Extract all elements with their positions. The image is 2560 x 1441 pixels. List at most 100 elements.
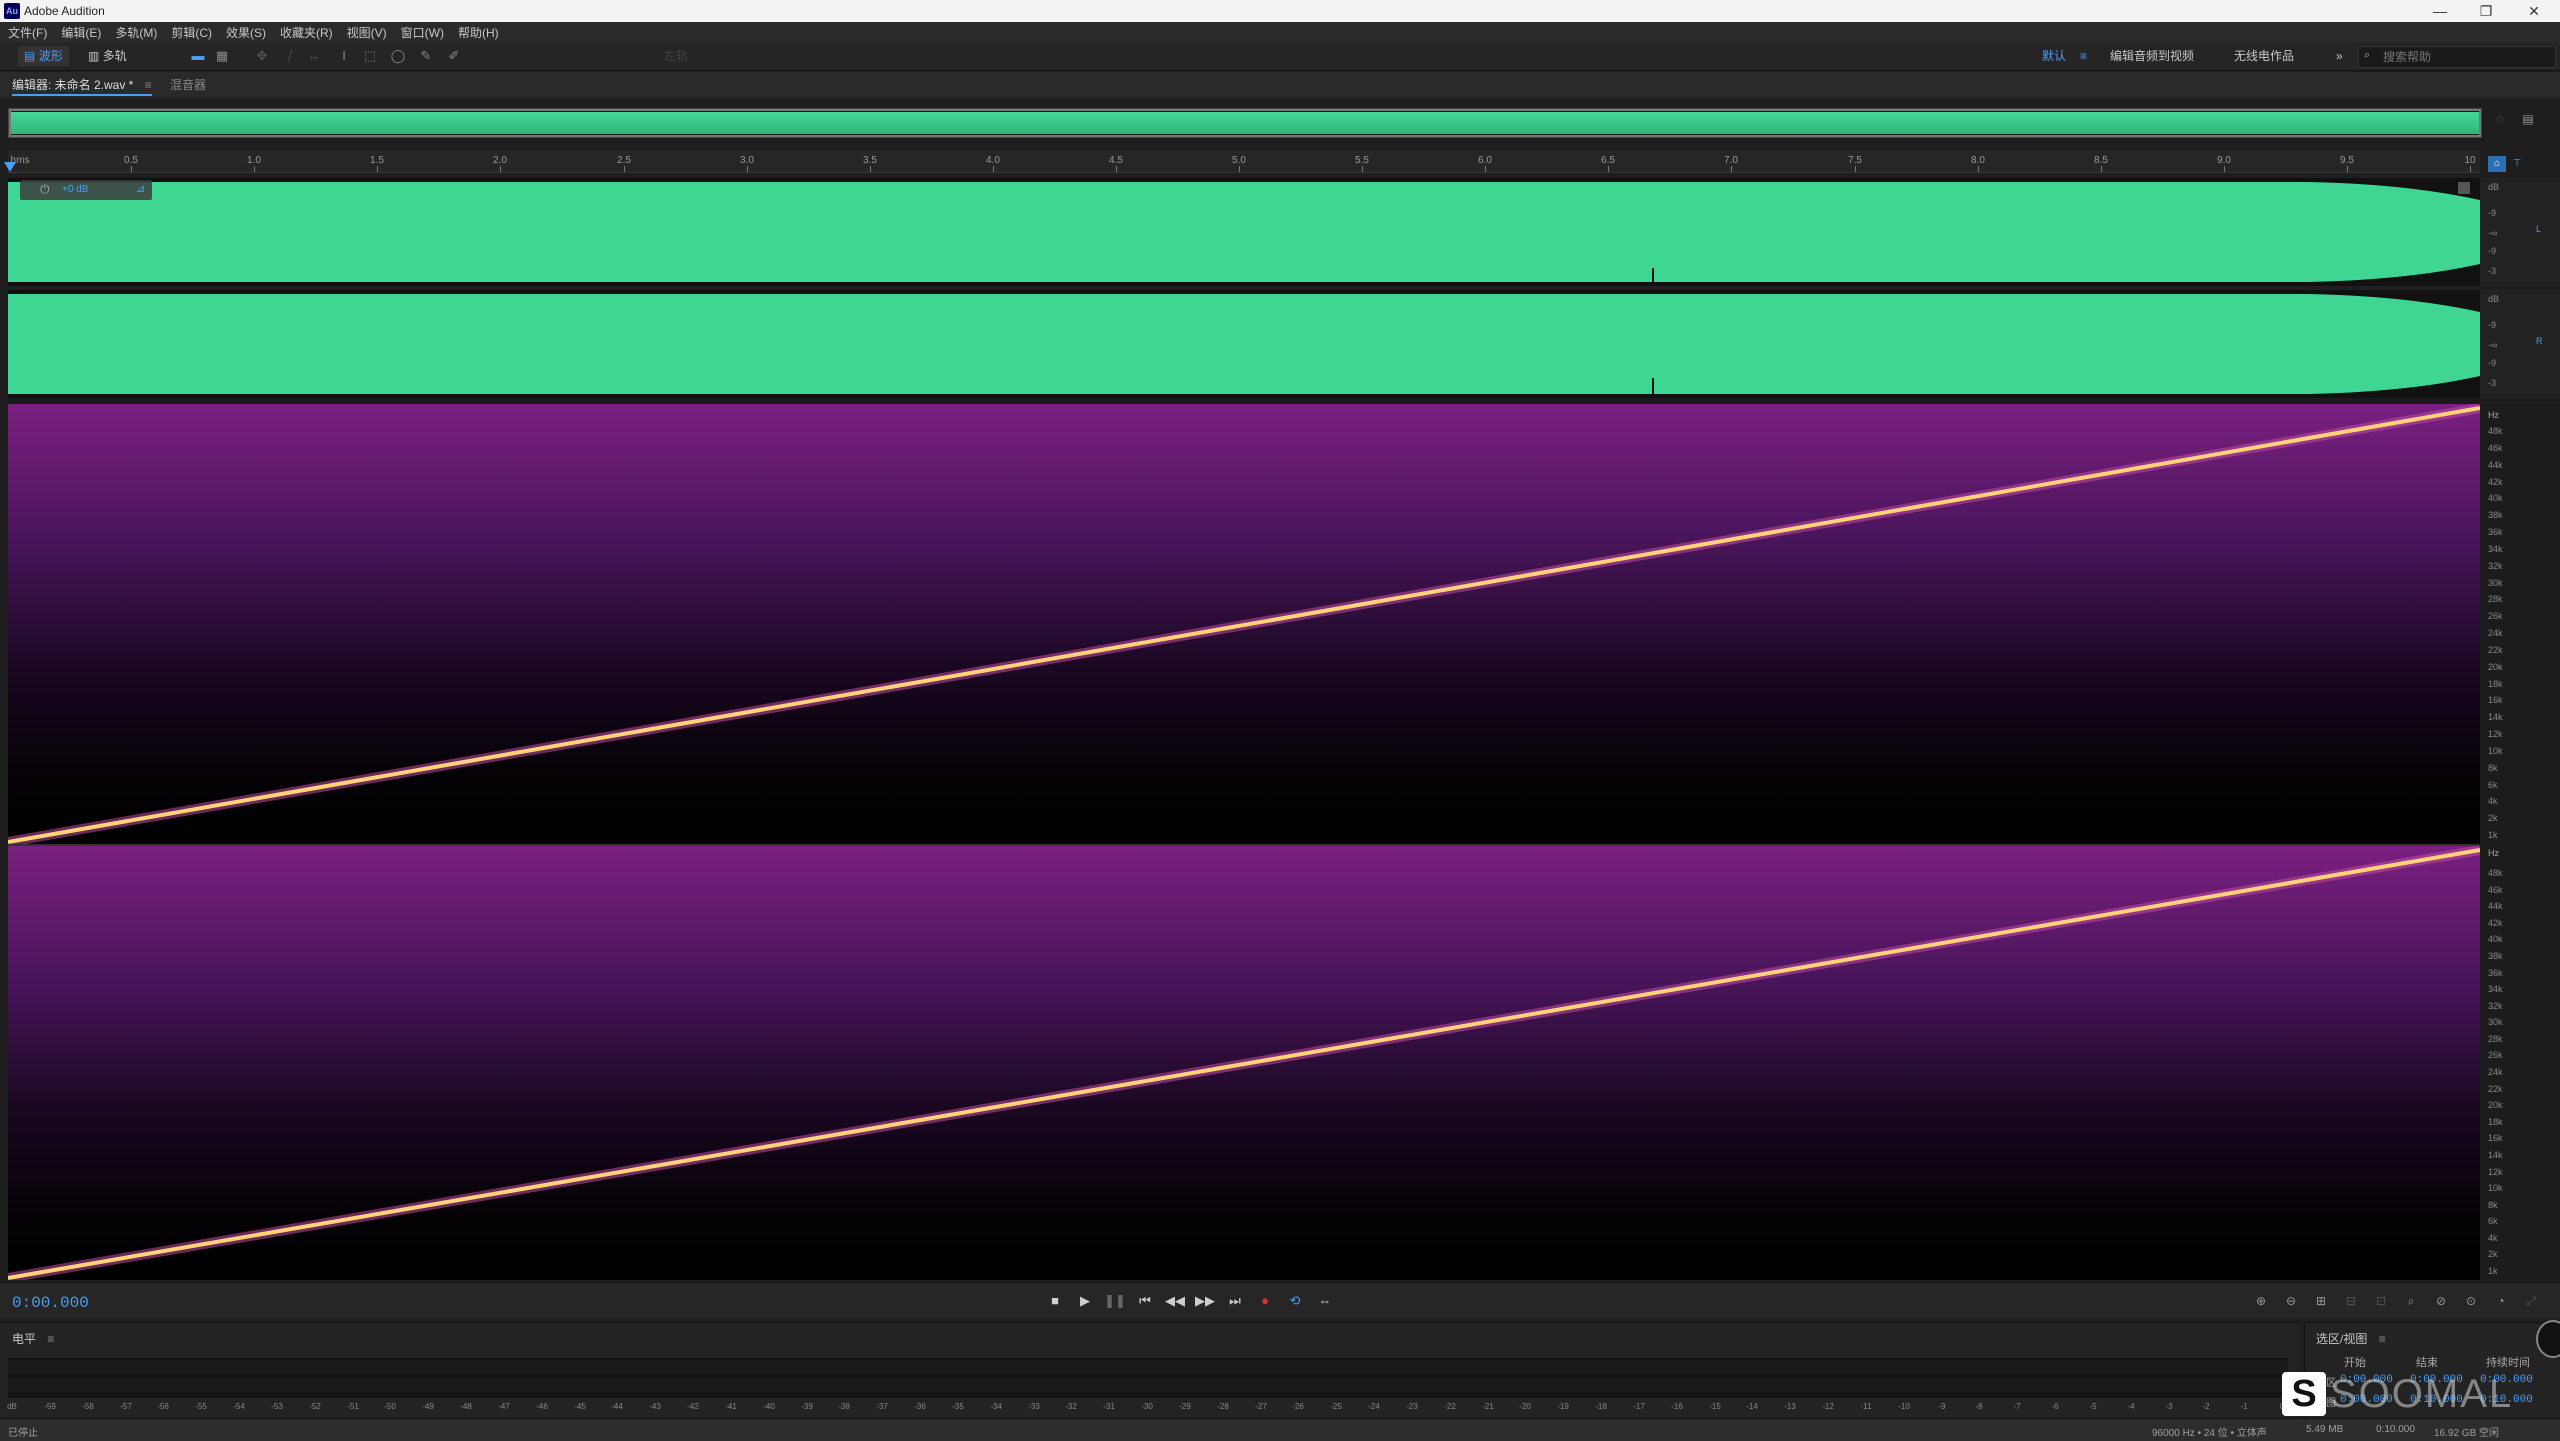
selection-view-menu-icon[interactable]: ≡: [2379, 1332, 2386, 1346]
waveform-display-icon[interactable]: ▬: [190, 48, 206, 64]
time-ruler[interactable]: hms 0.5 1.0 1.5 2.0 2.5 3.0 3.5 4.0 4.5 5.0 5.5 6.0…: [8, 150, 2480, 173]
channel-left-toggle[interactable]: L: [2536, 224, 2541, 234]
playhead-marker[interactable]: [4, 162, 16, 172]
overview-view-range[interactable]: [9, 109, 2481, 137]
transport-bar: [0, 1282, 2560, 1319]
channel-right-toggle[interactable]: R: [2536, 336, 2543, 346]
zoom-out-time-icon[interactable]: ⊟: [2340, 1290, 2362, 1312]
hud-gain-value[interactable]: +0 dB: [62, 184, 88, 195]
waveform-right-channel[interactable]: [8, 290, 2480, 398]
help-search-input[interactable]: [2381, 49, 2553, 65]
zoom-selection-icon[interactable]: ⊡: [2370, 1290, 2392, 1312]
frequency-zoom-icon[interactable]: ⊤: [2508, 156, 2526, 172]
mixer-tab[interactable]: 混音器: [170, 76, 206, 94]
zoom-in-frequency-icon[interactable]: ⊙: [2460, 1290, 2482, 1312]
go-to-start-button[interactable]: ⏮: [1134, 1290, 1156, 1312]
level-scale-label: -24: [1368, 1402, 1380, 1411]
record-button[interactable]: ●: [1254, 1290, 1276, 1312]
zoom-out-frequency-icon[interactable]: ◔: [2490, 1290, 2512, 1312]
skip-selection-button[interactable]: ⇔: [1314, 1290, 1336, 1312]
hud-pin-icon[interactable]: ⊿: [136, 182, 145, 195]
help-search-box[interactable]: ⌕: [2358, 46, 2556, 68]
zoom-in-amplitude-icon[interactable]: ⊕: [2250, 1290, 2272, 1312]
ruler-tick: [377, 166, 378, 172]
level-scale-label: -21: [1482, 1402, 1494, 1411]
selection-view-title-label: 选区/视图: [2316, 1332, 2368, 1346]
razor-tool-icon[interactable]: ⧸: [282, 48, 298, 64]
workspace-radio-works[interactable]: 无线电作品: [2228, 46, 2300, 66]
maximize-button[interactable]: ❐: [2466, 0, 2506, 22]
zoom-out-amplitude-icon[interactable]: ⊖: [2280, 1290, 2302, 1312]
frequency-label: 38k: [2488, 951, 2503, 961]
workspace-edit-audio-to-video[interactable]: 编辑音频到视频: [2104, 46, 2200, 66]
zoom-in-playhead-icon[interactable]: ⌕: [2400, 1290, 2422, 1312]
tab-menu-icon[interactable]: ≡: [145, 78, 152, 92]
db-label: -9: [2488, 246, 2497, 256]
loop-playback-button[interactable]: ⟲: [1284, 1290, 1306, 1312]
waveform-left-channel[interactable]: ⏻ +0 dB ⊿: [8, 178, 2480, 286]
menu-file[interactable]: 文件(F): [8, 24, 47, 41]
fast-forward-button[interactable]: ▶▶: [1194, 1290, 1216, 1312]
menu-edit[interactable]: 编辑(E): [61, 24, 101, 41]
zoom-navigator[interactable]: [8, 108, 2482, 138]
editor-tab-label: 编辑器: 未命名 2.wav *: [12, 78, 134, 92]
spectral-display-right[interactable]: [8, 846, 2480, 1280]
frequency-scale-right: Hz 48k 46k 44k 42k 40k 38k 36k 34k 32k 30k 28k 26k 2…: [2480, 846, 2560, 1280]
amplitude-zoom-icon[interactable]: ⌂: [2488, 156, 2506, 172]
go-to-end-button[interactable]: ⏭: [1224, 1290, 1246, 1312]
editor-tab[interactable]: 编辑器: 未命名 2.wav * ≡: [12, 76, 152, 96]
level-scale-label: -14: [1746, 1402, 1758, 1411]
menu-view[interactable]: 视图(V): [347, 24, 387, 41]
ruler-tick-label: 4.5: [1109, 155, 1123, 166]
play-button[interactable]: ▶: [1074, 1290, 1096, 1312]
frequency-label: 10k: [2488, 746, 2503, 756]
gain-knob-icon[interactable]: ⏻: [40, 182, 50, 197]
move-tool-icon[interactable]: ✥: [254, 48, 270, 64]
frequency-label: 46k: [2488, 443, 2503, 453]
menu-multitrack[interactable]: 多轨(M): [115, 24, 157, 41]
menu-effects[interactable]: 效果(S): [226, 24, 266, 41]
pin-icon[interactable]: ☆: [2492, 112, 2508, 128]
levels-menu-icon[interactable]: ≡: [47, 1332, 54, 1346]
level-scale-label: -54: [233, 1402, 245, 1411]
frequency-label: 48k: [2488, 426, 2503, 436]
current-time-display[interactable]: 0:00.000: [12, 1294, 89, 1312]
zoom-out-full-icon[interactable]: ⊘: [2430, 1290, 2452, 1312]
close-button[interactable]: ✕: [2514, 0, 2554, 22]
multitrack-view-button[interactable]: ▥ 多轨: [82, 46, 133, 66]
time-selection-tool-icon[interactable]: I: [336, 48, 352, 64]
level-scale-label: -27: [1255, 1402, 1267, 1411]
waveform-view-button[interactable]: ▤ 波形: [18, 46, 69, 66]
channel-collapse-icon[interactable]: [2458, 182, 2470, 194]
level-scale-label: -26: [1292, 1402, 1304, 1411]
rewind-button[interactable]: ◀◀: [1164, 1290, 1186, 1312]
level-scale-label: -16: [1671, 1402, 1683, 1411]
hud-gain-control[interactable]: ⏻ +0 dB ⊿: [20, 180, 152, 200]
level-scale-label: -19: [1557, 1402, 1569, 1411]
level-scale-label: -53: [271, 1402, 283, 1411]
menu-favorites[interactable]: 收藏夹(R): [280, 24, 333, 41]
level-scale-label: -34: [990, 1402, 1002, 1411]
marquee-tool-icon[interactable]: ⬚: [362, 48, 378, 64]
workspace-menu-icon[interactable]: ≡: [2074, 46, 2093, 66]
stop-button[interactable]: ■: [1044, 1290, 1066, 1312]
view-options-icon[interactable]: ▤: [2520, 112, 2536, 128]
brush-tool-icon[interactable]: ✎: [418, 48, 434, 64]
ruler-tick: [747, 166, 748, 172]
spot-healing-tool-icon[interactable]: ✐: [446, 48, 462, 64]
frequency-label: 32k: [2488, 561, 2503, 571]
minimize-button[interactable]: —: [2420, 0, 2460, 22]
menu-window[interactable]: 窗口(W): [401, 24, 444, 41]
spectral-display-left[interactable]: [8, 404, 2480, 844]
zoom-in-time-icon[interactable]: ⊞: [2310, 1290, 2332, 1312]
more-workspaces-button[interactable]: »: [2330, 46, 2349, 66]
ruler-tick: [254, 166, 255, 172]
zoom-reset-icon[interactable]: ⤢: [2520, 1290, 2542, 1312]
menu-help[interactable]: 帮助(H): [458, 24, 499, 41]
lasso-tool-icon[interactable]: ◯: [390, 48, 406, 64]
workspace-default[interactable]: 默认: [2036, 46, 2072, 66]
slip-tool-icon[interactable]: ↔: [306, 48, 322, 64]
pause-button[interactable]: ❚❚: [1104, 1290, 1126, 1312]
spectral-display-icon[interactable]: ▦: [214, 48, 230, 64]
menu-clip[interactable]: 剪辑(C): [171, 24, 212, 41]
